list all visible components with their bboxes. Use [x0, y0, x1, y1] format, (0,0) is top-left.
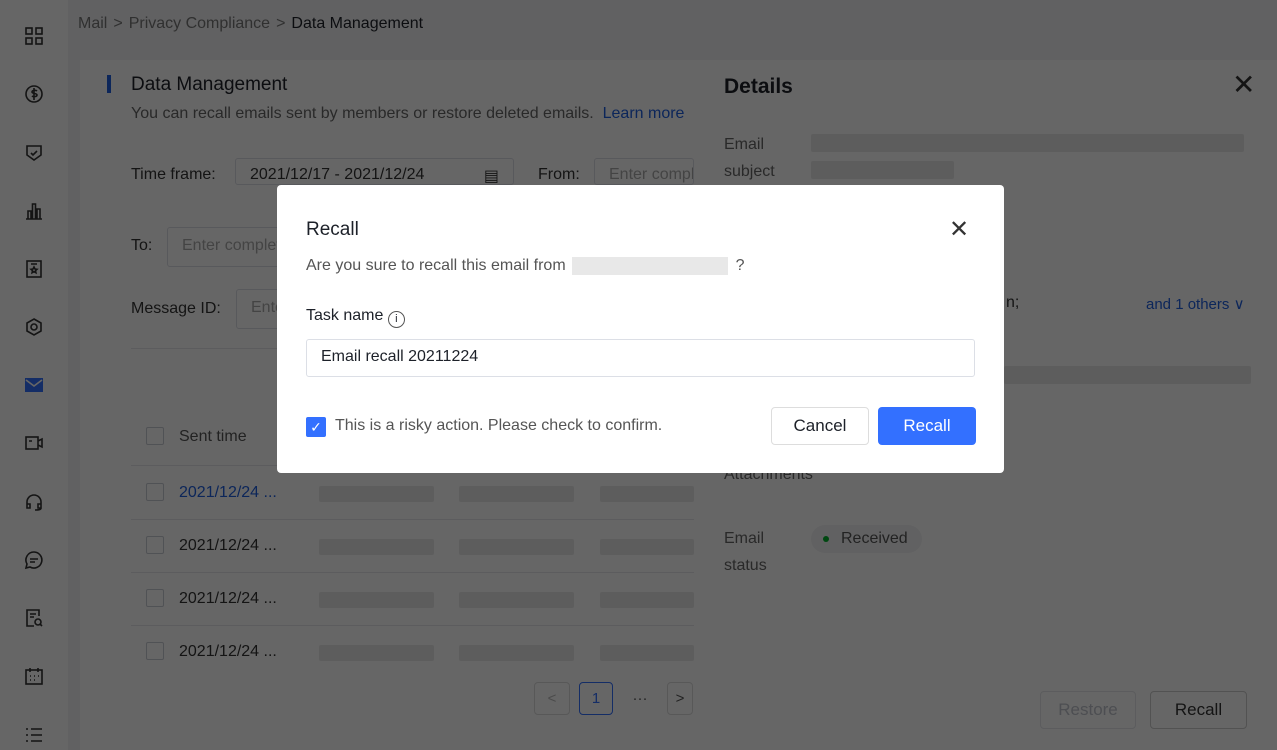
recipients-text: n;: [1006, 294, 1020, 311]
info-icon[interactable]: i: [387, 311, 405, 328]
breadcrumb-mail[interactable]: Mail: [78, 15, 107, 32]
column-sent-time: Sent time: [179, 428, 247, 445]
restore-button[interactable]: Restore: [1040, 691, 1136, 729]
status-badge: Received: [811, 525, 922, 553]
modal-title: Recall: [306, 219, 359, 240]
task-name-label: Task name i: [306, 307, 405, 328]
document-search-icon[interactable]: [22, 606, 46, 630]
sent-time-cell: 2021/12/24 ...: [179, 537, 277, 554]
page-1-button[interactable]: 1: [579, 682, 613, 715]
settings-icon[interactable]: [22, 315, 46, 339]
from-label: From:: [538, 166, 580, 183]
time-frame-label: Time frame:: [131, 166, 216, 183]
chart-icon[interactable]: [22, 199, 46, 223]
redacted-cell: [459, 645, 574, 661]
redacted-cell: [319, 539, 434, 555]
learn-more-link[interactable]: Learn more: [603, 105, 685, 122]
redacted-cell: [459, 486, 574, 502]
and-others-link[interactable]: and 1 others ∨: [1146, 295, 1245, 313]
redacted-field: [1004, 366, 1251, 384]
video-icon[interactable]: [22, 431, 46, 455]
mail-icon[interactable]: [22, 373, 46, 397]
message-id-label: Message ID:: [131, 300, 221, 317]
redacted-cell: [319, 645, 434, 661]
cancel-button[interactable]: Cancel: [771, 407, 869, 445]
page-title: Data Management: [131, 74, 288, 95]
email-subject-label: Email subject: [724, 136, 775, 180]
redacted-cell: [600, 645, 694, 661]
sent-time-cell: 2021/12/24 ...: [179, 590, 277, 607]
confirm-text: This is a risky action. Please check to …: [335, 417, 663, 434]
divider: [131, 625, 694, 626]
chevron-down-icon: ∨: [1233, 296, 1245, 313]
sent-time-cell: 2021/12/24 ...: [179, 643, 277, 660]
task-name-input[interactable]: Email recall 20211224: [306, 339, 975, 377]
calendar-icon[interactable]: [22, 664, 46, 688]
from-input[interactable]: Enter complete address: [594, 158, 694, 185]
question-mark: ?: [735, 257, 745, 274]
sent-time-cell[interactable]: 2021/12/24 ...: [179, 484, 277, 502]
question-text: Are you sure to recall this email from: [306, 257, 566, 274]
recall-button[interactable]: Recall: [878, 407, 976, 445]
status-text: Received: [841, 530, 908, 547]
redacted-cell: [600, 592, 694, 608]
redacted-cell: [600, 486, 694, 502]
redacted-cell: [459, 539, 574, 555]
confirm-checkbox[interactable]: ✓: [306, 417, 326, 437]
shield-icon[interactable]: [22, 141, 46, 165]
pagination-ellipsis[interactable]: ···: [622, 682, 658, 715]
status-dot-icon: [823, 536, 829, 542]
divider: [131, 572, 694, 573]
redacted-cell: [319, 592, 434, 608]
next-page-button[interactable]: >: [667, 682, 693, 715]
time-frame-value: 2021/12/17 - 2021/12/24: [250, 166, 425, 183]
drawer-recall-button[interactable]: Recall: [1150, 691, 1247, 729]
email-status-label: Email status: [724, 530, 767, 574]
breadcrumb: Mail > Privacy Compliance > Data Management: [78, 15, 424, 32]
headset-icon[interactable]: [22, 490, 46, 514]
redacted-cell: [319, 486, 434, 502]
redacted-subject: [811, 161, 954, 179]
time-frame-picker[interactable]: 2021/12/17 - 2021/12/24 ▤: [235, 158, 514, 185]
task-name-text: Task name: [306, 307, 384, 324]
dollar-icon[interactable]: [22, 82, 46, 106]
chat-icon[interactable]: [22, 548, 46, 572]
list-icon[interactable]: [22, 723, 46, 747]
modal-question: Are you sure to recall this email from?: [306, 257, 745, 275]
select-all-checkbox[interactable]: [146, 427, 164, 445]
sidebar: [0, 0, 68, 750]
close-modal-icon[interactable]: ✕: [949, 215, 969, 244]
page-description: You can recall emails sent by members or…: [131, 105, 684, 123]
breadcrumb-current: Data Management: [291, 15, 424, 32]
divider: [131, 519, 694, 520]
row-checkbox[interactable]: [146, 483, 164, 501]
details-title: Details: [724, 75, 793, 98]
close-drawer-icon[interactable]: ✕: [1232, 68, 1255, 101]
badge-icon[interactable]: [22, 257, 46, 281]
description-text: You can recall emails sent by members or…: [131, 105, 594, 122]
title-accent-bar: [107, 75, 111, 93]
redacted-cell: [459, 592, 574, 608]
redacted-cell: [600, 539, 694, 555]
row-checkbox[interactable]: [146, 589, 164, 607]
row-checkbox[interactable]: [146, 642, 164, 660]
prev-page-button[interactable]: <: [534, 682, 570, 715]
redacted-sender: [571, 257, 728, 275]
row-checkbox[interactable]: [146, 536, 164, 554]
and-others-text: and 1 others: [1146, 296, 1230, 313]
calendar-icon: ▤: [483, 168, 499, 185]
redacted-subject: [811, 134, 1244, 152]
breadcrumb-privacy-compliance[interactable]: Privacy Compliance: [129, 15, 270, 32]
recall-modal: Recall ✕ Are you sure to recall this ema…: [277, 185, 1004, 473]
grid-icon[interactable]: [22, 24, 46, 48]
to-label: To:: [131, 237, 153, 254]
